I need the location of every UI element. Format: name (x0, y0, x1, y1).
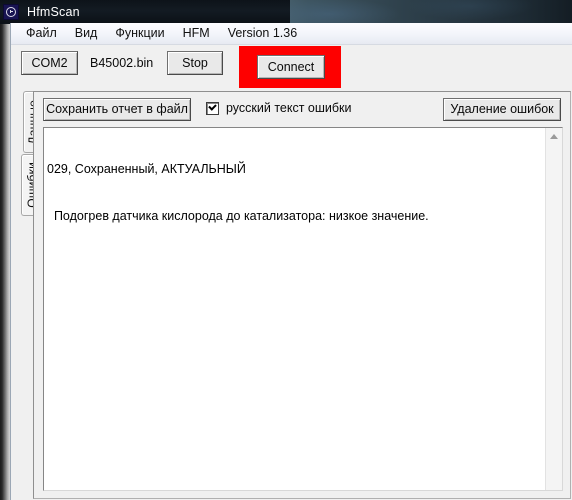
stop-button[interactable]: Stop (167, 51, 223, 75)
loaded-file-label: B45002.bin (90, 56, 154, 70)
window-title: HfmScan (27, 4, 80, 19)
menu-item-view[interactable]: Вид (66, 25, 107, 42)
menu-bar: Файл Вид Функции HFM Version 1.36 (11, 23, 572, 45)
delete-errors-button[interactable]: Удаление ошибок (443, 98, 561, 121)
report-toolbar: Сохранить отчет в файл русский текст оши… (34, 92, 570, 127)
checkbox-box[interactable] (206, 101, 219, 115)
application-window: HfmScan Файл Вид Функции HFM Version 1.3… (0, 0, 572, 500)
menu-item-version: Version 1.36 (227, 26, 298, 40)
connect-button[interactable]: Connect (257, 55, 325, 79)
errors-panel: Сохранить отчет в файл русский текст оши… (33, 91, 571, 499)
clock-icon (3, 3, 19, 20)
russian-text-checkbox-label: русский текст ошибки (226, 101, 352, 115)
vertical-scrollbar[interactable] (545, 128, 562, 490)
menu-item-file[interactable]: Файл (17, 25, 66, 42)
checkmark-icon (208, 101, 217, 111)
com-port-button[interactable]: COM2 (21, 51, 78, 75)
connection-toolbar: COM2 B45002.bin Stop Connect (11, 45, 572, 90)
save-report-button[interactable]: Сохранить отчет в файл (43, 98, 191, 121)
error-report-textarea[interactable]: 029, Сохраненный, АКТУАЛЬНЫЙ Подогрев да… (43, 127, 563, 491)
report-line: Подогрев датчика кислорода до катализато… (47, 208, 429, 223)
connect-highlight-annotation: Connect (239, 46, 341, 88)
menu-item-hfm[interactable]: HFM (174, 25, 219, 42)
russian-text-checkbox[interactable]: русский текст ошибки (206, 101, 352, 115)
scroll-up-icon[interactable] (550, 134, 558, 139)
title-bar: HfmScan (0, 0, 290, 23)
main-window: Файл Вид Функции HFM Version 1.36 COM2 B… (10, 23, 572, 500)
menu-item-functions[interactable]: Функции (106, 25, 173, 42)
report-line: 029, Сохраненный, АКТУАЛЬНЫЙ (47, 162, 246, 176)
error-report-text[interactable]: 029, Сохраненный, АКТУАЛЬНЫЙ Подогрев да… (44, 128, 545, 490)
